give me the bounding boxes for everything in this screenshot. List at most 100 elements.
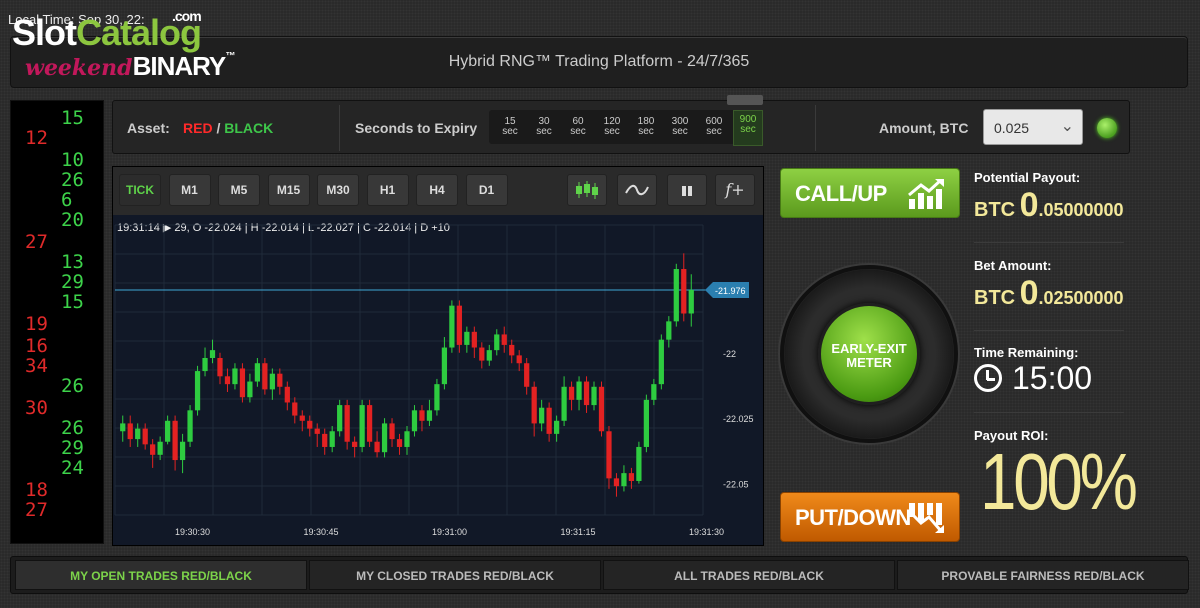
expiry-option-15[interactable]: 15 sec — [495, 113, 525, 141]
early-exit-meter[interactable]: EARLY-EXIT METER — [780, 265, 958, 443]
bar-icon[interactable] — [667, 174, 707, 206]
time-remaining: 15:00 — [974, 360, 1092, 397]
time-remaining-label: Time Remaining: — [974, 345, 1079, 360]
tab-provable-fairness[interactable]: PROVABLE FAIRNESS RED/BLACK — [897, 560, 1189, 590]
bet-dec: .02500000 — [1038, 288, 1124, 308]
ticker-value-green: 24 — [61, 457, 84, 479]
candle-body — [127, 423, 133, 440]
asset-red: RED — [183, 120, 213, 136]
tab-closed-trades[interactable]: MY CLOSED TRADES RED/BLACK — [309, 560, 601, 590]
function-icon[interactable]: f+ — [715, 174, 755, 206]
candle-body — [157, 441, 163, 455]
candle-body — [411, 410, 418, 432]
candle-body — [524, 363, 530, 387]
ticker-value-green: 29 — [61, 437, 84, 459]
expiry-unit: sec — [740, 124, 756, 135]
ticker-value-green: 26 — [61, 169, 84, 191]
price-tag-label: -21.976 — [715, 286, 746, 296]
divider — [815, 105, 816, 151]
candle-body — [337, 405, 343, 432]
expiry-option-900[interactable]: 900 sec — [733, 110, 763, 146]
ticker-value-green: 26 — [61, 375, 84, 397]
candle-body — [150, 444, 156, 455]
expiry-option-300[interactable]: 300 sec — [665, 113, 695, 141]
line-icon[interactable] — [617, 174, 657, 206]
candle-body — [494, 334, 500, 351]
candle-body — [456, 305, 462, 345]
expiry-unit: sec — [570, 126, 586, 137]
expiry-option-600[interactable]: 600 sec — [699, 113, 729, 141]
asset-selector[interactable]: RED / BLACK — [183, 120, 273, 136]
candle-body — [681, 269, 687, 314]
candlestick-icon[interactable] — [567, 174, 607, 206]
amount-select[interactable]: 0.025 ⌄ — [983, 109, 1083, 145]
candle-body — [135, 428, 141, 440]
expiry-option-30[interactable]: 30 sec — [529, 113, 559, 141]
candle-body — [628, 473, 635, 481]
bet-amount-label: Bet Amount: — [974, 258, 1052, 273]
candle-body — [576, 381, 582, 400]
ticker-value-red: 12 — [25, 127, 48, 149]
candle-body — [217, 357, 223, 377]
candle-body — [486, 350, 492, 361]
x-tick-label: 19:31:15 — [561, 527, 596, 537]
ticker-value-red: 27 — [25, 231, 48, 253]
put-down-button[interactable]: PUT/DOWN — [780, 492, 960, 542]
candle-body — [322, 433, 328, 447]
tab-all-trades[interactable]: ALL TRADES RED/BLACK — [603, 560, 895, 590]
candle-body — [606, 431, 612, 479]
trend-up-icon — [908, 178, 944, 209]
candle-body — [651, 384, 657, 400]
timeframe-m5[interactable]: M5 — [218, 174, 260, 206]
timeframe-d1[interactable]: D1 — [465, 174, 508, 206]
candle-body — [224, 376, 231, 385]
timeframe-m30[interactable]: M30 — [317, 174, 359, 206]
divider — [974, 242, 1124, 243]
expiry-option-60[interactable]: 60 sec — [563, 113, 593, 141]
timeframe-m1[interactable]: M1 — [168, 174, 211, 206]
candlestick-chart[interactable]: -21.976 -22 -22.025 -22.05 19:30:30 19:30:45 1… — [113, 215, 763, 545]
bet-currency: BTC — [974, 287, 1016, 309]
timeframe-m15[interactable]: M15 — [267, 174, 310, 206]
ticker-value-green: 29 — [61, 271, 84, 293]
candle-body — [434, 384, 440, 411]
tab-open-trades[interactable]: MY OPEN TRADES RED/BLACK — [15, 560, 307, 590]
status-indicator — [1097, 118, 1117, 138]
watermark-com: .com — [172, 8, 202, 24]
timeframe-h4[interactable]: H4 — [416, 174, 458, 206]
candle-body — [359, 405, 365, 447]
candle-body — [613, 478, 620, 487]
expiry-unit: sec — [638, 126, 654, 137]
expiry-unit: sec — [706, 126, 722, 137]
chart-panel: TICK M1 M5 M15 M30 H1 H4 D1 f+ 19:31:14 ▶ 29, O … — [112, 166, 764, 546]
candle-body — [688, 289, 694, 314]
bet-amount-value: BTC 0.02500000 — [974, 274, 1124, 313]
candle-body — [269, 373, 275, 390]
candle-body — [636, 446, 642, 481]
timeframe-h1[interactable]: H1 — [366, 174, 409, 206]
ticker-value-green: 26 — [61, 417, 84, 439]
candle-body — [539, 407, 545, 424]
candle-body — [658, 339, 664, 385]
ticker-value-red: 18 — [25, 479, 48, 501]
divider — [974, 330, 1124, 331]
x-tick-label: 19:31:00 — [432, 527, 467, 537]
payout-dec: .05000000 — [1038, 200, 1124, 220]
timeframe-tick[interactable]: TICK — [119, 174, 161, 206]
candle-body — [247, 381, 253, 398]
candle-body — [396, 439, 403, 447]
ticker-value-red: 30 — [25, 397, 48, 419]
expiry-unit: sec — [672, 126, 688, 137]
candle-body — [239, 368, 246, 398]
expiry-option-180[interactable]: 180 sec — [631, 113, 661, 141]
time-remaining-value: 15:00 — [1012, 360, 1093, 396]
expiry-unit: sec — [536, 126, 552, 137]
bet-int: 0 — [1019, 274, 1039, 312]
call-up-button[interactable]: CALL/UP — [780, 168, 960, 218]
early-exit-button[interactable]: EARLY-EXIT METER — [818, 303, 920, 405]
x-tick-label: 19:30:30 — [175, 527, 210, 537]
expiry-options: 15 sec 30 sec 60 sec 120 sec 180 sec 300 sec 600 sec 9… — [489, 110, 763, 146]
expiry-option-120[interactable]: 120 sec — [597, 113, 627, 141]
candle-body — [187, 410, 193, 442]
candle-body — [479, 347, 485, 361]
